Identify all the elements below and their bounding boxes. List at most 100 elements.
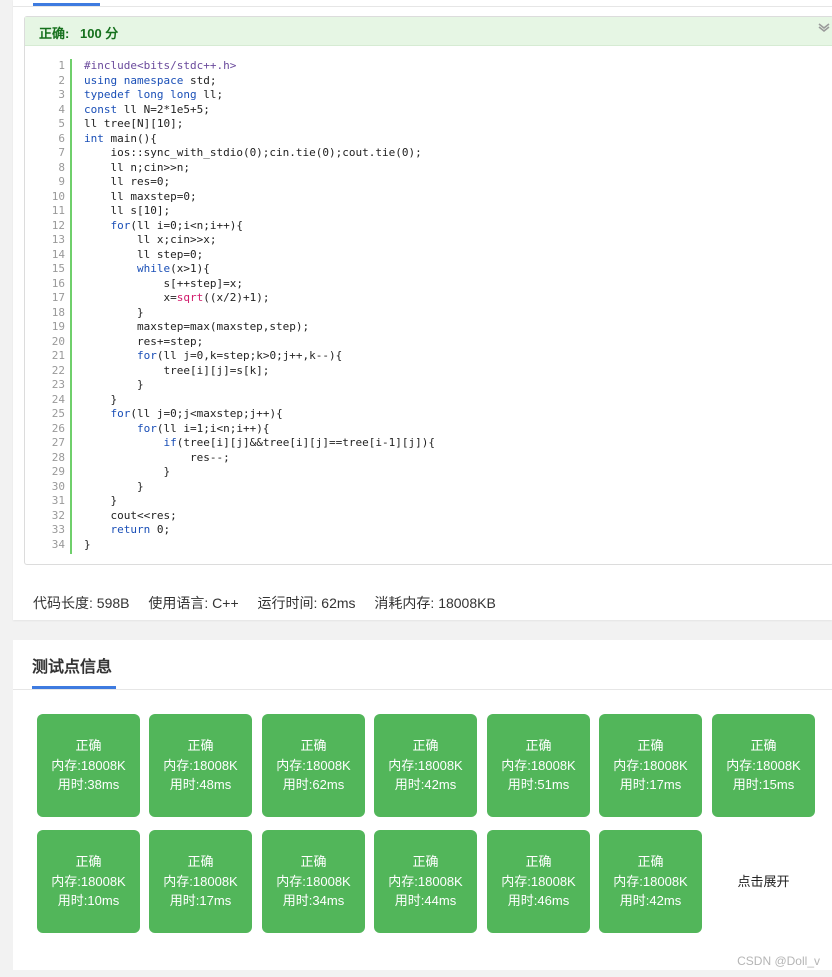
code-token: } bbox=[84, 378, 144, 391]
expand-button[interactable]: 点击展开 bbox=[712, 830, 815, 933]
code-token: ((x/2)+1); bbox=[203, 291, 270, 304]
testcase-tile[interactable]: 正确 内存:18008K 用时:17ms bbox=[149, 830, 252, 933]
section-title: 测试点信息 bbox=[32, 659, 113, 676]
code-line: } bbox=[84, 393, 435, 408]
testcase-status: 正确 bbox=[412, 738, 439, 753]
code-line: for(ll j=0;j<maxstep;j++){ bbox=[84, 407, 435, 422]
testcase-status: 正确 bbox=[187, 738, 214, 753]
code-token: using bbox=[84, 73, 118, 87]
code-token: ll tree[N][10]; bbox=[84, 117, 184, 130]
code-token: } bbox=[84, 305, 144, 319]
gutter-divider bbox=[70, 59, 72, 554]
code-token: std; bbox=[183, 73, 217, 87]
line-number: 24 bbox=[51, 392, 65, 406]
testcase-time: 用时:15ms bbox=[732, 777, 795, 792]
code-line: } bbox=[84, 538, 435, 553]
testcase-status: 正确 bbox=[525, 854, 552, 869]
testcase-tile[interactable]: 正确 内存:18008K 用时:48ms bbox=[149, 714, 252, 817]
testcase-tile[interactable]: 正确 内存:18008K 用时:44ms bbox=[374, 830, 477, 933]
line-number: 31 bbox=[51, 494, 65, 507]
testcase-memory: 内存:18008K bbox=[388, 873, 463, 889]
source-code: #include<bits/stdc++.h> using namespace s… bbox=[84, 59, 435, 552]
testcase-tile[interactable]: 正确 内存:18008K 用时:46ms bbox=[487, 830, 590, 933]
code-token: namespace bbox=[123, 73, 184, 87]
testcase-tile[interactable]: 正确内存:18008K 用时:17ms bbox=[599, 714, 702, 817]
section-divider bbox=[13, 689, 832, 690]
testcase-status: 正确 bbox=[637, 738, 664, 753]
code-token: for bbox=[110, 407, 131, 420]
testcase-status: 正确 bbox=[637, 854, 664, 869]
code-line: x=sqrt((x/2)+1); bbox=[84, 291, 435, 306]
line-number: 2 bbox=[58, 73, 65, 87]
code-line: for(ll j=0,k=step;k>0;j++,k--){ bbox=[84, 349, 435, 364]
testcase-tile[interactable]: 正确 内存:18008K 用时:15ms bbox=[712, 714, 815, 817]
testcase-tile[interactable]: 正确 内存:18008K 用时:10ms bbox=[37, 830, 140, 933]
code-token: typedef bbox=[84, 88, 131, 101]
line-number: 10 bbox=[51, 189, 65, 203]
code-token: (x>1){ bbox=[170, 262, 210, 275]
testcase-memory: 内存:18008K bbox=[613, 757, 688, 773]
line-number: 28 bbox=[51, 450, 65, 464]
code-token: } bbox=[84, 392, 118, 406]
code-line: typedef long long ll; bbox=[84, 88, 435, 103]
code-line: using namespace std; bbox=[84, 74, 435, 89]
testcase-time: 用时:10ms bbox=[57, 893, 120, 908]
code-token: for bbox=[136, 421, 157, 435]
testcase-tile[interactable]: 正确 内存:18008K 用时:42ms bbox=[374, 714, 477, 817]
code-token: long long bbox=[136, 88, 197, 101]
testcase-status: 正确 bbox=[750, 738, 777, 753]
code-token: main(){ bbox=[103, 131, 157, 145]
testcase-time: 用时:44ms bbox=[394, 893, 457, 908]
testcase-time: 用时:17ms bbox=[619, 777, 682, 792]
watermark: CSDN @Doll_v bbox=[737, 954, 820, 968]
code-token: if bbox=[163, 436, 177, 449]
testcase-tile[interactable]: 正确 内存:18008K 用时:38ms bbox=[37, 714, 140, 817]
code-token: (ll j=0;j<maxstep;j++){ bbox=[130, 407, 283, 420]
testcase-tile[interactable]: 正确 内存:18008K 用时:51ms bbox=[487, 714, 590, 817]
code-line: ll step=0; bbox=[84, 248, 435, 263]
testcase-time: 用时:51ms bbox=[507, 777, 570, 792]
code-line: while(x>1){ bbox=[84, 262, 435, 277]
code-line: } bbox=[84, 465, 435, 480]
line-number: 26 bbox=[51, 421, 65, 435]
testcase-memory: 内存:18008K bbox=[163, 873, 238, 889]
code-line: maxstep=max(maxstep,step); bbox=[84, 320, 435, 335]
result-score: 100 分 bbox=[80, 26, 119, 41]
code-token: s[++step]=x; bbox=[84, 276, 243, 290]
line-number: 32 bbox=[51, 508, 65, 522]
code-token: ll; bbox=[196, 88, 224, 101]
code-line: ll maxstep=0; bbox=[84, 190, 435, 205]
result-header[interactable]: 正确: 100 分 bbox=[25, 17, 832, 46]
line-number: 27 bbox=[51, 436, 65, 449]
code-line: const ll N=2*1e5+5; bbox=[84, 103, 435, 118]
line-number: 20 bbox=[51, 334, 65, 348]
code-token: ll res=0; bbox=[84, 175, 171, 188]
line-number: 22 bbox=[51, 363, 65, 377]
code-line: ll n;cin>>n; bbox=[84, 161, 435, 176]
testcase-time: 用时:34ms bbox=[282, 893, 345, 908]
line-number: 18 bbox=[51, 305, 65, 319]
line-number: 21 bbox=[51, 349, 65, 362]
testcase-tile[interactable]: 正确 内存:18008K 用时:34ms bbox=[262, 830, 365, 933]
code-token: ll step=0; bbox=[84, 247, 204, 261]
result-label: 正确: bbox=[39, 26, 70, 41]
code-line: ll s[10]; bbox=[84, 204, 435, 219]
code-token: res--; bbox=[84, 450, 230, 464]
line-number: 34 bbox=[51, 537, 65, 551]
testcase-status: 正确 bbox=[75, 854, 102, 869]
testcase-tile[interactable]: 正确 内存:18008K 用时:42ms bbox=[599, 830, 702, 933]
chevron-down-icon[interactable] bbox=[817, 20, 831, 34]
testcase-tile[interactable]: 正确 内存:18008K 用时:62ms bbox=[262, 714, 365, 817]
line-number-gutter: 1 2 3 4 5 6 7 8 9 10 11 12 13 14 15 16 17 18 19 20 21 22 23 24 2… bbox=[39, 59, 65, 552]
code-token: for bbox=[110, 218, 131, 232]
code-token: cout<<res; bbox=[84, 508, 177, 522]
code-viewer[interactable]: 1 2 3 4 5 6 7 8 9 10 11 12 13 14 15 16 17 18 19 20 21 22 23 24 2… bbox=[39, 59, 819, 554]
line-number: 23 bbox=[51, 378, 65, 391]
code-token: maxstep=max(maxstep,step); bbox=[84, 320, 310, 333]
testcase-time: 用时:38ms bbox=[57, 777, 120, 792]
